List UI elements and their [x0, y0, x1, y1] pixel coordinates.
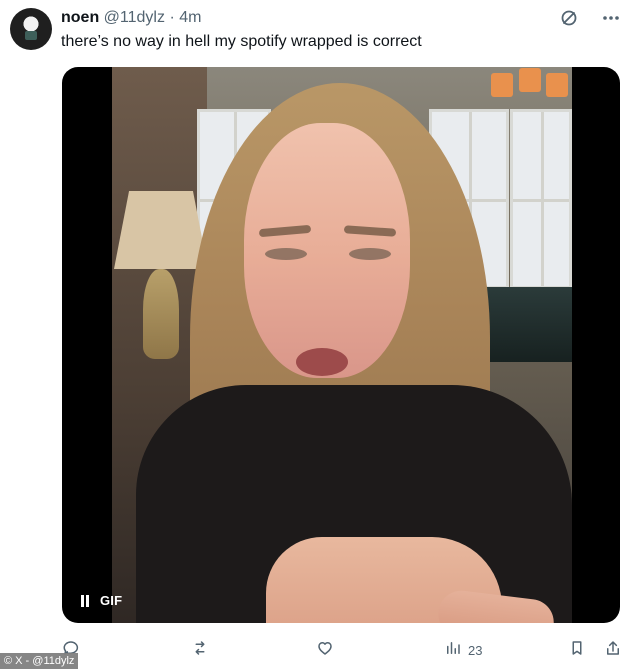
left-eye	[265, 248, 307, 260]
avatar[interactable]	[10, 8, 52, 50]
bookmark-icon	[568, 639, 586, 662]
chandelier	[486, 67, 572, 129]
repost-icon	[191, 639, 209, 662]
chandelier-light	[546, 73, 568, 97]
window-far-right	[510, 109, 572, 289]
header-separator: ·	[169, 9, 175, 26]
user-handle[interactable]: @11dylz	[104, 9, 165, 26]
gif-media[interactable]: GIF	[62, 67, 620, 623]
avatar-emblem	[25, 31, 37, 40]
share-button[interactable]	[604, 637, 628, 663]
like-icon	[316, 639, 334, 662]
views-icon	[444, 639, 462, 662]
post-time[interactable]: 4m	[179, 9, 201, 26]
grok-icon[interactable]	[558, 7, 580, 29]
pause-icon[interactable]	[80, 594, 90, 607]
mouth	[296, 348, 348, 376]
share-icon	[604, 639, 622, 662]
watermark: © X - @11dylz	[0, 653, 79, 669]
bookmark-button[interactable]	[568, 637, 592, 663]
gif-controls: GIF	[80, 593, 122, 608]
right-eye	[349, 248, 391, 260]
repost-button[interactable]	[191, 637, 215, 663]
chandelier-light	[491, 73, 513, 97]
lamp-base	[143, 269, 179, 359]
display-name[interactable]: noen	[61, 9, 99, 26]
view-count: 23	[468, 642, 483, 658]
top-actions	[558, 7, 622, 29]
gif-preview	[112, 67, 572, 623]
tweet-text: there’s no way in hell my spotify wrappe…	[61, 33, 422, 50]
tweet-header: noen @11dylz · 4m	[61, 8, 201, 28]
like-button[interactable]	[316, 637, 340, 663]
lamp-shade	[114, 191, 208, 269]
views-button[interactable]: 23	[444, 637, 482, 663]
chandelier-light	[519, 68, 541, 92]
action-bar: 23	[0, 637, 634, 667]
gif-label: GIF	[100, 593, 123, 608]
more-options-icon[interactable]	[600, 7, 622, 29]
